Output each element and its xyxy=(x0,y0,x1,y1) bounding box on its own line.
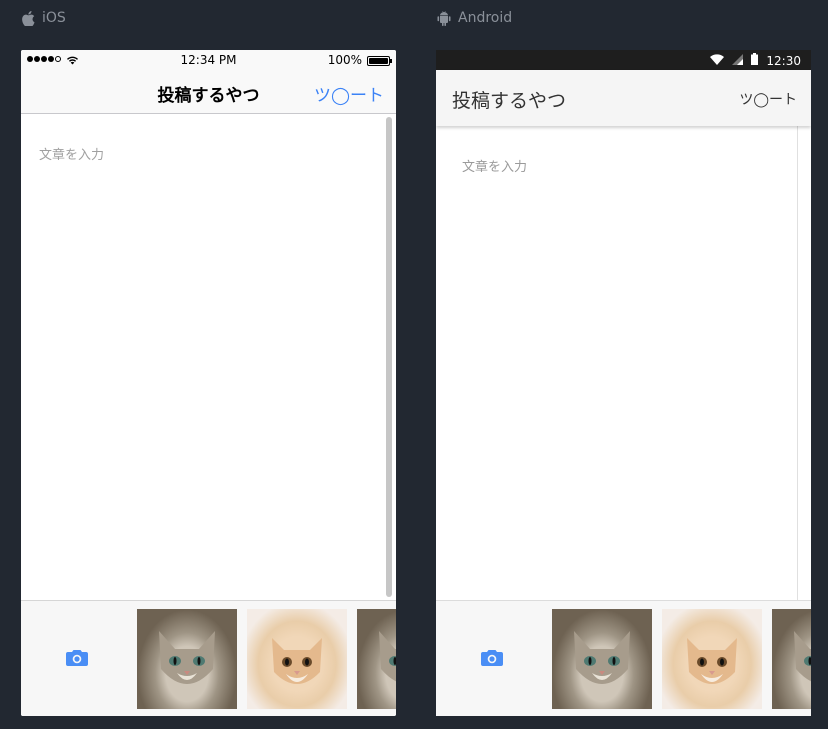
android-icon xyxy=(437,10,451,26)
cat-photo-ginger[interactable] xyxy=(247,609,347,709)
page-title: 投稿するやつ xyxy=(452,90,567,112)
photo-picker-bar xyxy=(21,600,396,716)
cat-photo-tabby[interactable] xyxy=(137,609,237,709)
ios-status-bar: 12:34 PM 100% xyxy=(21,50,396,70)
ios-section-label: iOS xyxy=(22,10,66,26)
cat-photo-tabby[interactable] xyxy=(552,609,652,709)
camera-icon[interactable] xyxy=(480,648,504,668)
ios-navigation-bar: 投稿するやつ ツ◯ート xyxy=(21,70,396,114)
battery-icon xyxy=(367,56,392,66)
divider xyxy=(797,126,798,600)
cat-photo-tabby[interactable] xyxy=(357,609,396,709)
android-clock: 12:30 xyxy=(766,53,801,68)
camera-icon[interactable] xyxy=(65,648,89,668)
battery-percentage: 100% xyxy=(327,53,362,67)
apple-icon xyxy=(22,10,35,26)
android-section-text: Android xyxy=(458,10,513,26)
tweet-button[interactable]: ツ◯ート xyxy=(739,89,797,109)
android-status-bar: 12:30 xyxy=(436,50,811,70)
photo-thumbnails xyxy=(552,609,811,709)
tweet-button[interactable]: ツ◯ート xyxy=(314,81,384,106)
wifi-icon xyxy=(710,53,725,68)
post-text-area[interactable]: 文章を入力 xyxy=(21,114,396,601)
post-text-area[interactable]: 文章を入力 xyxy=(436,126,811,600)
android-phone-screen: 12:30 投稿するやつ ツ◯ート 文章を入力 xyxy=(436,50,811,716)
text-input-placeholder: 文章を入力 xyxy=(39,148,105,163)
photo-thumbnails xyxy=(137,609,396,709)
cat-photo-tabby[interactable] xyxy=(772,609,811,709)
text-input-placeholder: 文章を入力 xyxy=(462,160,528,175)
ios-section-text: iOS xyxy=(42,10,66,26)
android-app-bar: 投稿するやつ ツ◯ート xyxy=(436,70,811,126)
scrollbar[interactable] xyxy=(386,117,392,597)
photo-picker-bar xyxy=(436,600,811,716)
android-section-label: Android xyxy=(437,10,512,26)
cell-signal-icon xyxy=(732,53,744,68)
cat-photo-ginger[interactable] xyxy=(662,609,762,709)
battery-icon xyxy=(751,53,759,68)
ios-phone-screen: 12:34 PM 100% 投稿するやつ ツ◯ート 文章を入力 xyxy=(21,50,396,716)
